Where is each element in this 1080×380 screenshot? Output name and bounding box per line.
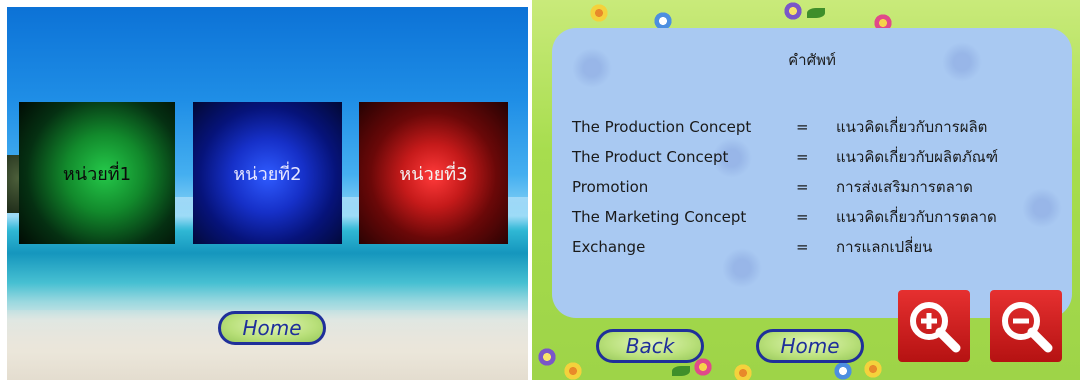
home-button-label: Home bbox=[780, 334, 840, 358]
equals-sign: = bbox=[796, 208, 809, 226]
glossary-panel: คำศัพท์ The Production Concept = แนวคิดเ… bbox=[532, 0, 1080, 380]
glossary-term: The Production Concept bbox=[572, 118, 752, 136]
glossary-definition: การแลกเปลี่ยน bbox=[836, 238, 933, 256]
equals-sign: = bbox=[796, 148, 809, 166]
glossary-row: The Marketing Concept = แนวคิดเกี่ยวกับก… bbox=[572, 205, 1066, 229]
leaf-decoration bbox=[807, 8, 825, 18]
equals-sign: = bbox=[796, 238, 809, 256]
home-button-label: Home bbox=[242, 316, 302, 340]
flower-decoration bbox=[536, 346, 558, 368]
glossary-row: Exchange = การแลกเปลี่ยน bbox=[572, 235, 1066, 259]
glossary-row: Promotion = การส่งเสริมการตลาด bbox=[572, 175, 1066, 199]
glossary-card: คำศัพท์ The Production Concept = แนวคิดเ… bbox=[552, 28, 1072, 318]
zoom-in-button[interactable] bbox=[898, 290, 970, 362]
equals-sign: = bbox=[796, 178, 809, 196]
flower-decoration bbox=[832, 360, 854, 380]
glossary-term: Exchange bbox=[572, 238, 646, 256]
flower-decoration bbox=[562, 360, 584, 380]
leaf-decoration bbox=[672, 366, 690, 376]
unit-2-button[interactable]: หน่วยที่2 bbox=[193, 102, 342, 244]
glossary-definition: แนวคิดเกี่ยวกับการตลาด bbox=[836, 208, 997, 226]
glossary-term: Promotion bbox=[572, 178, 649, 196]
home-button[interactable]: Home bbox=[756, 329, 864, 363]
unit-menu-panel: หน่วยที่1 หน่วยที่2 หน่วยที่3 Home bbox=[7, 7, 528, 380]
equals-sign: = bbox=[796, 118, 809, 136]
glossary-term: The Marketing Concept bbox=[572, 208, 747, 226]
zoom-out-button[interactable] bbox=[990, 290, 1062, 362]
flower-decoration bbox=[862, 358, 884, 380]
glossary-row: The Product Concept = แนวคิดเกี่ยวกับผลิ… bbox=[572, 145, 1066, 169]
glossary-definition: แนวคิดเกี่ยวกับการผลิต bbox=[836, 118, 988, 136]
glossary-definition: แนวคิดเกี่ยวกับผลิตภัณฑ์ bbox=[836, 148, 999, 166]
unit-3-button[interactable]: หน่วยที่3 bbox=[359, 102, 508, 244]
glossary-term: The Product Concept bbox=[572, 148, 729, 166]
unit-1-label: หน่วยที่1 bbox=[62, 163, 132, 185]
glossary-definition: การส่งเสริมการตลาด bbox=[836, 178, 973, 196]
home-button[interactable]: Home bbox=[218, 311, 326, 345]
glossary-title: คำศัพท์ bbox=[788, 51, 836, 69]
unit-2-label: หน่วยที่2 bbox=[233, 163, 302, 185]
flower-decoration bbox=[782, 0, 804, 22]
flower-decoration bbox=[588, 2, 610, 24]
zoom-out-icon bbox=[1002, 302, 1053, 353]
unit-3-label: หน่วยที่3 bbox=[399, 163, 468, 185]
zoom-in-icon bbox=[910, 302, 961, 353]
glossary-row: The Production Concept = แนวคิดเกี่ยวกับ… bbox=[572, 115, 1066, 139]
back-button[interactable]: Back bbox=[596, 329, 704, 363]
back-button-label: Back bbox=[625, 334, 675, 358]
flower-decoration bbox=[732, 362, 754, 380]
unit-1-button[interactable]: หน่วยที่1 bbox=[19, 102, 175, 244]
